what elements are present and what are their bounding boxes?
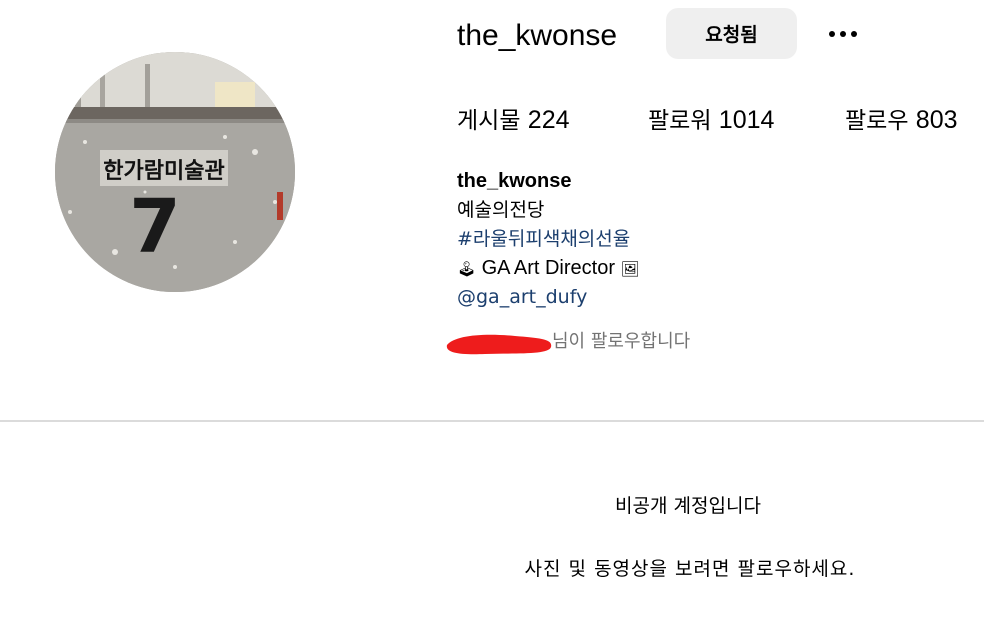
private-account-subtitle: 사진 및 동영상을 보려면 팔로우하세요. xyxy=(524,558,856,580)
redaction-mark xyxy=(446,334,552,355)
following-label: 팔로우 xyxy=(845,108,909,134)
ellipsis-dot xyxy=(829,31,835,37)
bio-mention-link[interactable]: @ga_art_dufy xyxy=(457,286,587,308)
bio-line-1: 예술의전당 xyxy=(457,199,545,221)
framed-picture-icon: 🖼 xyxy=(620,260,640,278)
profile-bio: the_kwonse 예술의전당 #라울뒤피색채의선율 🕹 GA Art Dir… xyxy=(457,167,877,312)
private-account-title: 비공개 계정입니다 xyxy=(615,495,761,517)
profile-username: the_kwonse xyxy=(457,19,618,52)
joystick-icon: 🕹 xyxy=(457,260,477,278)
posts-count: 224 xyxy=(527,106,570,134)
ellipsis-dot xyxy=(851,31,857,37)
followers-stat[interactable]: 팔로워 1014 xyxy=(648,100,774,141)
requested-button[interactable]: 요청됨 xyxy=(666,8,797,59)
avatar-photo: 한가람미술관 7 xyxy=(55,52,295,292)
posts-stat: 게시물 224 xyxy=(457,100,570,141)
ellipsis-dot xyxy=(840,31,846,37)
ellipsis-icon[interactable] xyxy=(820,16,866,52)
followers-count: 1014 xyxy=(718,106,775,134)
bio-role: 🕹 GA Art Director 🖼 xyxy=(457,254,877,283)
profile-avatar[interactable]: 한가람미술관 7 xyxy=(55,52,295,292)
followed-by-text: 님이 팔로우합니다 xyxy=(552,331,691,352)
bio-role-text: GA Art Director xyxy=(481,257,615,279)
bio-hashtag-link[interactable]: #라울뒤피색채의선율 xyxy=(457,228,630,250)
avatar-sign-text: 한가람미술관 xyxy=(103,159,224,184)
followers-label: 팔로워 xyxy=(648,108,712,134)
avatar-number: 7 xyxy=(129,184,181,270)
profile-page: 한가람미술관 7 the_kwonse 요청됨 게시물 224 팔로워 1014… xyxy=(0,0,984,628)
following-count: 803 xyxy=(915,106,958,134)
section-divider xyxy=(0,420,984,422)
followed-by[interactable]: 님이 팔로우합니다 xyxy=(445,328,745,358)
posts-label: 게시물 xyxy=(457,108,521,134)
following-stat[interactable]: 팔로우 803 xyxy=(845,100,958,141)
bio-name: the_kwonse xyxy=(457,170,572,192)
